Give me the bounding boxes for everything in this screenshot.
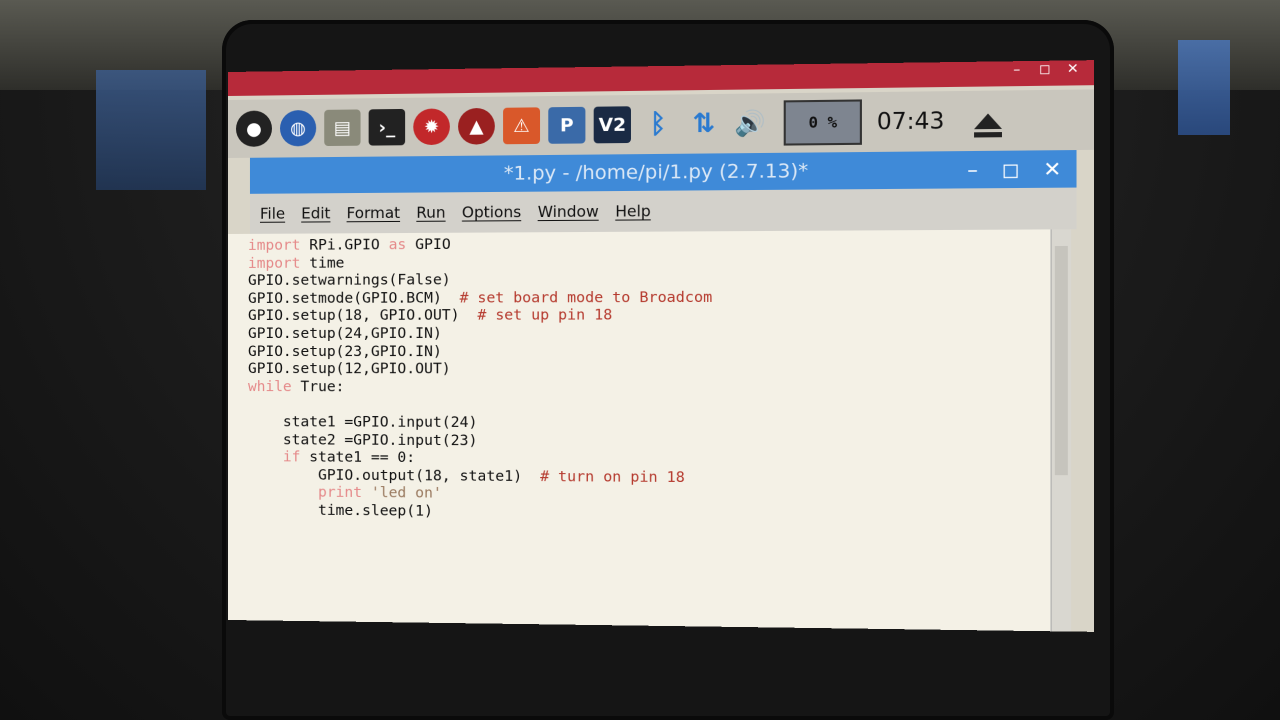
files-icon[interactable]: ▤ xyxy=(324,109,361,147)
clock[interactable]: 07:43 xyxy=(877,108,945,135)
code-editor[interactable]: import RPi.GPIO as GPIO import time GPIO.s… xyxy=(228,229,1051,632)
code-text-segment: state1 =GPIO.input(24) xyxy=(247,414,478,431)
cpu-monitor[interactable]: 0 % xyxy=(783,99,862,146)
code-line: GPIO.setwarnings(False) xyxy=(248,271,712,290)
code-text-segment xyxy=(362,485,371,501)
warning-icon[interactable]: ⚠ xyxy=(503,107,541,145)
menu-help[interactable]: Help xyxy=(615,202,651,221)
code-line: GPIO.setup(18, GPIO.OUT) # set up pin 18 xyxy=(248,307,712,325)
code-text-segment: GPIO.setmode(GPIO.BCM) xyxy=(247,290,460,307)
close-button[interactable]: ✕ xyxy=(1043,156,1061,181)
code-keyword: import xyxy=(247,237,301,254)
code-comment: # turn on pin 18 xyxy=(540,468,685,486)
menu-format[interactable]: Format xyxy=(347,204,400,222)
background-window-right xyxy=(1178,40,1230,135)
code-comment: # set board mode to Broadcom xyxy=(459,289,713,307)
minimize-button[interactable]: – xyxy=(967,157,978,182)
volume-icon[interactable]: 🔊 xyxy=(731,105,769,142)
bg-maximize-button[interactable]: ◻ xyxy=(1039,62,1051,78)
code-text-segment: GPIO xyxy=(406,236,451,254)
window-title: *1.py - /home/pi/1.py (2.7.13)* xyxy=(503,159,809,185)
vertical-scrollbar[interactable] xyxy=(1050,229,1072,632)
code-keyword: while xyxy=(247,378,292,395)
terminal-icon[interactable]: ›_ xyxy=(368,108,406,146)
menu-options[interactable]: Options xyxy=(462,203,521,222)
bg-close-button[interactable]: ✕ xyxy=(1067,61,1079,77)
code-text-segment: state2 =GPIO.input(23) xyxy=(247,431,478,449)
code-line: import time xyxy=(248,253,712,273)
taskbar: ● ◍ ▤ ›_ ✹ ▲ ⚠ Ρ V2 ᛒ ⇅ 🔊 0 % 07:43 xyxy=(228,89,1094,158)
code-keyword: if xyxy=(282,449,301,466)
code-text-segment: time xyxy=(300,255,345,272)
menu-window[interactable]: Window xyxy=(538,202,599,221)
code-line: GPIO.setup(23,GPIO.IN) xyxy=(248,344,712,362)
code-comment: # set up pin 18 xyxy=(477,307,613,325)
code-text-segment: GPIO.setup(12,GPIO.OUT) xyxy=(247,361,451,378)
code-line: state1 =GPIO.input(24) xyxy=(248,414,712,434)
code-text-segment: GPIO.output(18, state1) xyxy=(247,466,541,485)
code-text-segment: state1 == 0: xyxy=(300,449,416,467)
code-text-segment: GPIO.setup(23,GPIO.IN) xyxy=(247,343,442,360)
eject-icon[interactable] xyxy=(974,112,1003,129)
menu-file[interactable]: File xyxy=(260,205,285,223)
background-window-left xyxy=(96,70,206,190)
code-text-segment: time.sleep(1) xyxy=(247,502,433,520)
code-text-segment: GPIO.setup(18, GPIO.OUT) xyxy=(247,307,478,325)
vnc-icon[interactable]: V2 xyxy=(593,106,631,144)
code-keyword: as xyxy=(388,237,407,254)
code-text-segment: GPIO.setup(24,GPIO.IN) xyxy=(247,325,442,342)
menu-run[interactable]: Run xyxy=(416,203,445,221)
code-line: time.sleep(1) xyxy=(248,502,712,524)
code-line: GPIO.setmode(GPIO.BCM) # set board mode … xyxy=(248,289,712,308)
menubar: File Edit Format Run Options Window Help xyxy=(249,187,1077,234)
bluetooth-icon[interactable]: ᛒ xyxy=(639,106,676,143)
wolfram-icon[interactable]: ▲ xyxy=(458,107,495,145)
code-line: GPIO.setup(24,GPIO.IN) xyxy=(248,325,712,343)
editor-titlebar: *1.py - /home/pi/1.py (2.7.13)* – ◻ ✕ xyxy=(249,150,1077,194)
code-keyword: print xyxy=(318,484,363,502)
code-text: import RPi.GPIO as GPIO import time GPIO.s… xyxy=(248,235,712,523)
scrollbar-thumb[interactable] xyxy=(1054,245,1068,476)
code-text-segment: True: xyxy=(291,378,345,396)
network-icon[interactable]: ⇅ xyxy=(685,105,723,142)
code-keyword: import xyxy=(247,255,301,272)
maximize-button[interactable]: ◻ xyxy=(1002,157,1020,182)
code-text-segment: GPIO.setwarnings(False) xyxy=(247,272,451,290)
code-line: while True: xyxy=(248,379,712,398)
mathematica-icon[interactable]: ✹ xyxy=(413,108,450,146)
globe-icon[interactable]: ◍ xyxy=(280,109,317,147)
menu-edit[interactable]: Edit xyxy=(301,204,330,222)
code-text-segment: RPi.GPIO xyxy=(300,237,389,254)
raspberry-icon[interactable]: ● xyxy=(235,110,272,147)
screen: – ◻ ✕ ● ◍ ▤ ›_ ✹ ▲ ⚠ Ρ V2 ᛒ ⇅ 🔊 0 % 07:4… xyxy=(228,60,1094,632)
code-line: import RPi.GPIO as GPIO xyxy=(248,235,712,255)
python-icon[interactable]: Ρ xyxy=(548,106,586,144)
code-string: 'led on' xyxy=(370,485,442,502)
code-line: GPIO.setup(12,GPIO.OUT) xyxy=(248,361,712,379)
bg-minimize-button[interactable]: – xyxy=(1013,62,1020,78)
